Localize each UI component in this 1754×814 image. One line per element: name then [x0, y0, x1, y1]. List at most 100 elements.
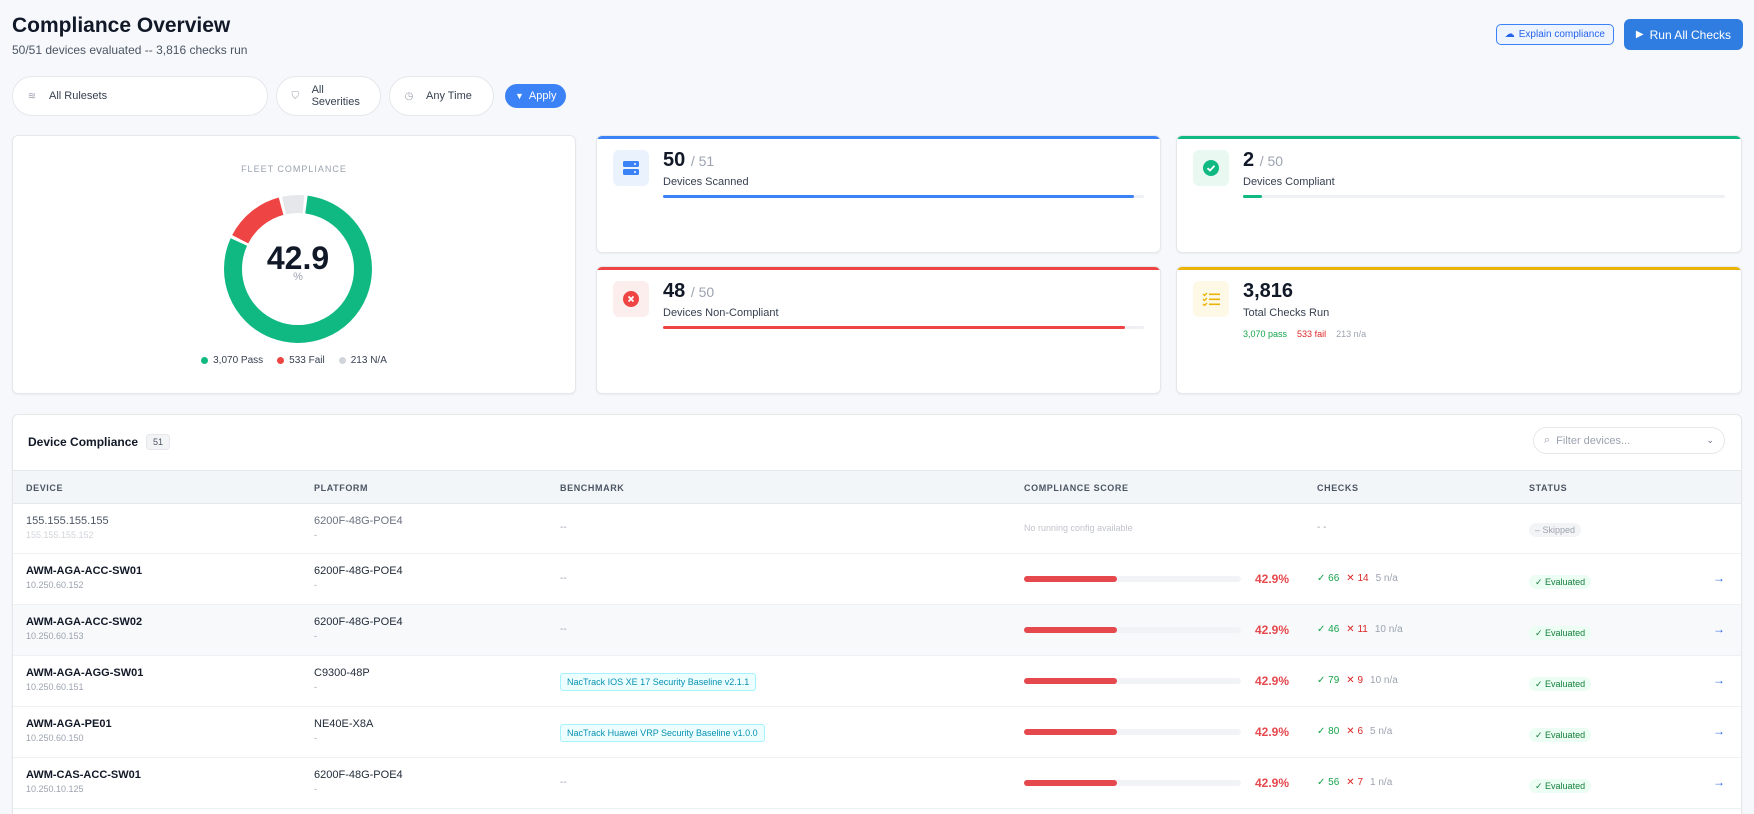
- platform-sub: -: [314, 530, 317, 540]
- table-row[interactable]: AWM-AGA-PE01 10.250.60.150 NE40E-X8A - N…: [13, 707, 1741, 758]
- fail-count: ✕ 6: [1346, 726, 1364, 737]
- shield-icon: ⛉: [291, 90, 300, 102]
- na-count: 10 n/a: [1370, 675, 1398, 686]
- column-device[interactable]: DEVICE: [26, 483, 63, 493]
- arrow-right-icon[interactable]: →: [1713, 775, 1725, 789]
- pass-count: ✓ 79: [1317, 675, 1340, 686]
- arrow-right-icon[interactable]: →: [1713, 622, 1725, 636]
- benchmark: --: [560, 522, 567, 533]
- apply-label: Apply: [528, 90, 557, 102]
- column-checks[interactable]: CHECKS: [1317, 483, 1359, 493]
- table-row[interactable]: AWM-AGA-ACC-SW01 10.250.60.152 6200F-48G…: [13, 554, 1741, 605]
- filter-bar: ≋ All Rulesets ⛉ All Severities ◷ Any Ti…: [12, 76, 567, 116]
- fleet-legend: 3,070 Pass 533 Fail 213 N/A: [13, 355, 575, 366]
- device-name: AWM-AGA-PE01: [26, 718, 112, 730]
- explain-compliance-button[interactable]: ☁ Explain compliance: [1495, 24, 1614, 45]
- platform-sub: -: [314, 580, 317, 590]
- apply-button[interactable]: ▼ Apply: [505, 84, 567, 108]
- total-checks-label: Total Checks Run: [1243, 307, 1330, 319]
- x-circle-icon: [613, 281, 649, 317]
- ruleset-filter-value: All Rulesets: [49, 90, 108, 102]
- page-subtitle: 50/51 devices evaluated -- 3,816 checks …: [12, 43, 248, 57]
- column-benchmark[interactable]: BENCHMARK: [560, 483, 624, 493]
- status-badge: ✓ Evaluated: [1529, 677, 1592, 691]
- devices-noncompliant-card: 48 / 50 Devices Non-Compliant: [596, 266, 1161, 394]
- device-compliance-table: Device Compliance 51 ⌕ Filter devices...…: [12, 414, 1742, 814]
- run-all-checks-button[interactable]: ▶ Run All Checks: [1623, 19, 1743, 50]
- benchmark-badge[interactable]: NacTrack IOS XE 17 Security Baseline v2.…: [560, 673, 757, 691]
- score-percent: 42.9%: [1255, 776, 1290, 790]
- platform: 6200F-48G-POE4: [314, 565, 403, 577]
- table-row[interactable]: AWM-CAS-ACC-SW01 10.250.10.125 6200F-48G…: [13, 758, 1741, 809]
- platform: 6200F-48G-POE4: [314, 616, 403, 628]
- status-badge: ✓ Evaluated: [1529, 575, 1592, 589]
- table-row[interactable]: AWM-AGA-ACC-SW02 10.250.60.153 6200F-48G…: [13, 605, 1741, 656]
- device-name: AWM-AGA-ACC-SW01: [26, 565, 143, 577]
- score-bar: [1024, 576, 1241, 582]
- pass-count: ✓ 66: [1317, 573, 1340, 584]
- benchmark-badge[interactable]: NacTrack Huawei VRP Security Baseline v1…: [560, 724, 765, 742]
- arrow-right-icon[interactable]: →: [1713, 571, 1725, 585]
- score-percent: 42.9%: [1255, 725, 1290, 739]
- platform: 6200F-48G-POE4: [314, 769, 403, 781]
- checklist-icon: [1193, 281, 1229, 317]
- checks-summary: ✓ 80 ✕ 6 5 n/a: [1317, 726, 1392, 737]
- column-platform[interactable]: PLATFORM: [314, 483, 368, 493]
- total-checks-breakdown: 3,070 pass 533 fail 213 n/a: [1243, 329, 1366, 339]
- pass-count: ✓ 56: [1317, 777, 1340, 788]
- filter-icon: ▼: [515, 91, 524, 101]
- column-compliance-score[interactable]: COMPLIANCE SCORE: [1024, 483, 1129, 493]
- fail-count: ✕ 7: [1346, 777, 1364, 788]
- legend-pass: 3,070 Pass: [201, 355, 263, 366]
- platform: NE40E-X8A: [314, 718, 374, 730]
- device-name: 155.155.155.155: [26, 515, 109, 527]
- arrow-right-icon[interactable]: →: [1713, 724, 1725, 738]
- ruleset-filter[interactable]: ≋ All Rulesets: [12, 76, 268, 116]
- platform-sub: -: [314, 631, 317, 641]
- pass-count: ✓ 46: [1317, 624, 1340, 635]
- fail-count: ✕ 9: [1346, 675, 1364, 686]
- score-bar: [1024, 678, 1241, 684]
- table-row[interactable]: 155.155.155.155 155.155.155.152 6200F-48…: [13, 504, 1741, 554]
- filter-devices-input[interactable]: ⌕ Filter devices... ⌄: [1533, 427, 1725, 454]
- search-icon: ⌕: [1544, 434, 1551, 446]
- checks-fail-count: 533 fail: [1297, 329, 1327, 339]
- arrow-right-icon[interactable]: →: [1713, 673, 1725, 687]
- fleet-compliance-label: FLEET COMPLIANCE: [241, 164, 347, 174]
- filter-devices-placeholder: Filter devices...: [1556, 434, 1631, 447]
- pass-count: ✓ 80: [1317, 726, 1340, 737]
- score-percent: 42.9%: [1255, 623, 1290, 637]
- layers-icon: ≋: [27, 90, 37, 102]
- status-badge: ✓ Evaluated: [1529, 779, 1592, 793]
- devices-scanned-card: 50 / 51 Devices Scanned: [596, 135, 1161, 253]
- card-accent: [597, 136, 1160, 139]
- table-toolbar: Device Compliance 51 ⌕ Filter devices...…: [13, 415, 1741, 471]
- card-accent: [1177, 267, 1741, 270]
- platform-sub: -: [314, 682, 317, 692]
- score-note: No running config available: [1024, 523, 1133, 533]
- score-percent: 42.9%: [1255, 572, 1290, 586]
- fail-count: ✕ 11: [1346, 624, 1368, 635]
- platform-sub: -: [314, 733, 317, 743]
- fleet-compliance-unit: %: [293, 271, 303, 283]
- column-status[interactable]: STATUS: [1529, 483, 1567, 493]
- platform: 6200F-48G-POE4: [314, 515, 403, 527]
- device-name: AWM-AGA-ACC-SW02: [26, 616, 143, 628]
- devices-noncompliant-progress: [663, 326, 1144, 329]
- na-count: 5 n/a: [1375, 573, 1398, 584]
- table-header: DEVICE PLATFORM BENCHMARK COMPLIANCE SCO…: [13, 471, 1741, 504]
- status-badge: ✓ Evaluated: [1529, 728, 1592, 742]
- severity-filter[interactable]: ⛉ All Severities: [276, 76, 381, 116]
- checks-summary: ✓ 66 ✕ 14 5 n/a: [1317, 573, 1398, 584]
- score-bar: [1024, 627, 1241, 633]
- card-accent: [597, 267, 1160, 270]
- time-filter[interactable]: ◷ Any Time: [389, 76, 494, 116]
- platform: C9300-48P: [314, 667, 370, 679]
- card-accent: [1177, 136, 1741, 139]
- table-row[interactable]: AWM-AGA-AGG-SW01 10.250.60.151 C9300-48P…: [13, 656, 1741, 707]
- play-icon: ▶: [1635, 29, 1644, 40]
- benchmark: --: [560, 624, 567, 635]
- device-name: AWM-AGA-AGG-SW01: [26, 667, 144, 679]
- device-ip: 10.250.60.150: [26, 733, 84, 743]
- na-count: 5 n/a: [1370, 726, 1393, 737]
